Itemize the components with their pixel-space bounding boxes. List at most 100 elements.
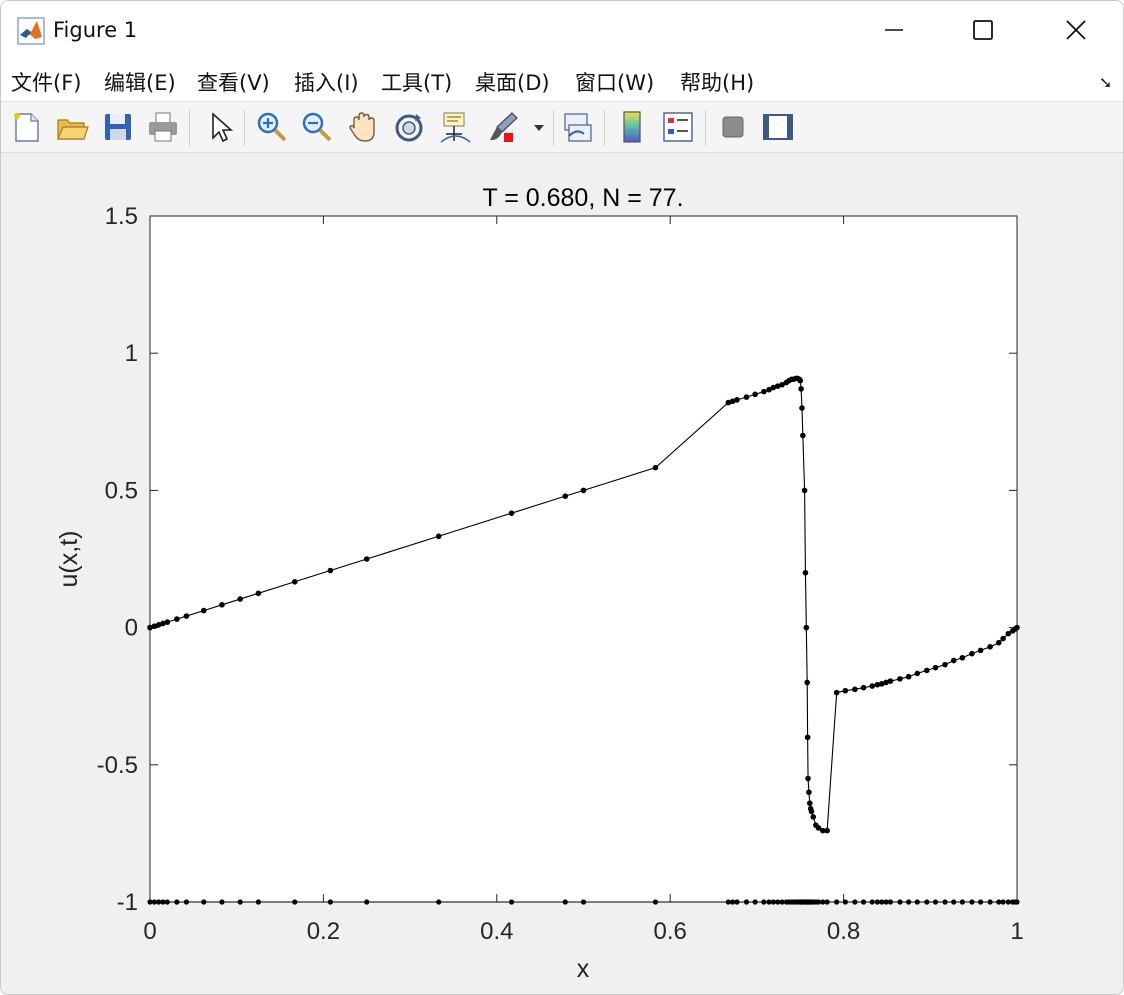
data-point xyxy=(164,619,171,625)
maximize-button[interactable] xyxy=(938,5,1028,55)
data-point xyxy=(995,639,1002,646)
data-point xyxy=(802,569,809,576)
floor-point xyxy=(906,899,912,905)
figure-toolbar xyxy=(1,102,1123,153)
floor-point xyxy=(987,899,993,905)
matlab-logo-icon xyxy=(17,17,45,45)
colorbar-icon[interactable] xyxy=(613,108,651,146)
minimize-button[interactable] xyxy=(849,5,939,55)
data-cursor-icon[interactable] xyxy=(436,108,474,146)
data-point xyxy=(932,664,939,671)
x-tick-label: 0.8 xyxy=(827,918,860,945)
floor-point xyxy=(860,899,867,905)
pan-hand-icon[interactable] xyxy=(344,108,382,146)
print-icon[interactable] xyxy=(144,108,182,146)
chevron-down-icon[interactable] xyxy=(529,108,549,146)
menu-edit[interactable]: 编辑(E) xyxy=(104,67,176,97)
x-tick-label: 0 xyxy=(143,918,156,945)
data-point xyxy=(255,590,262,597)
floor-point xyxy=(652,899,659,905)
x-tick-label: 0.4 xyxy=(480,918,513,945)
data-point xyxy=(804,734,811,741)
data-point xyxy=(580,487,587,494)
floor-point xyxy=(932,899,939,905)
data-point xyxy=(950,657,957,664)
link-plot-icon[interactable] xyxy=(559,108,597,146)
menu-file[interactable]: 文件(F) xyxy=(11,67,81,97)
data-point xyxy=(803,624,810,631)
floor-point xyxy=(969,899,975,905)
figure-window: Figure 1 文件(F) 编辑(E) 查看(V) 插入(I) 工具(T) 桌… xyxy=(0,0,1124,995)
axes-background xyxy=(150,216,1017,902)
data-point xyxy=(798,386,804,392)
floor-point xyxy=(164,899,170,905)
data-point xyxy=(987,644,993,650)
data-point xyxy=(761,388,767,395)
floor-point xyxy=(852,899,858,905)
y-tick-label: -1 xyxy=(117,889,138,916)
data-point xyxy=(810,814,817,820)
toolbar-separator xyxy=(705,110,706,146)
floor-point xyxy=(580,899,587,905)
hide-plot-tools-icon[interactable] xyxy=(714,108,752,146)
menu-tools[interactable]: 工具(T) xyxy=(381,67,452,97)
floor-point xyxy=(824,899,830,905)
data-point xyxy=(842,687,849,694)
data-point xyxy=(942,661,948,668)
data-point xyxy=(805,775,811,782)
line-plot[interactable]: 0 0.2 0.4 0.6 0.8 1 -1 -0.5 0 0.5 1 1.5 T = 0.680, … xyxy=(1,153,1123,994)
data-point xyxy=(797,377,804,384)
toolbar-separator xyxy=(244,110,245,146)
close-button[interactable] xyxy=(1031,5,1121,55)
dock-arrow-icon[interactable]: ➘ xyxy=(1099,73,1112,92)
menu-help[interactable]: 帮助(H) xyxy=(680,67,754,97)
data-point xyxy=(969,650,975,657)
brush-icon[interactable] xyxy=(484,108,522,146)
data-point xyxy=(860,684,867,691)
data-point xyxy=(808,808,815,815)
floor-point xyxy=(508,899,515,905)
new-figure-icon[interactable] xyxy=(7,108,45,146)
data-point xyxy=(200,607,207,614)
zoom-in-icon[interactable] xyxy=(253,108,291,146)
menu-window[interactable]: 窗口(W) xyxy=(575,67,654,97)
zoom-out-icon[interactable] xyxy=(298,108,336,146)
pointer-arrow-icon[interactable] xyxy=(201,108,239,146)
floor-point xyxy=(219,899,225,905)
data-point xyxy=(977,647,984,654)
floor-point xyxy=(237,899,243,905)
data-point xyxy=(806,789,812,796)
rotate-3d-icon[interactable] xyxy=(390,108,428,146)
data-point xyxy=(435,533,442,540)
y-tick-label: -0.5 xyxy=(97,752,138,779)
data-point xyxy=(804,679,810,686)
save-icon[interactable] xyxy=(99,108,137,146)
title-bar[interactable]: Figure 1 xyxy=(1,1,1123,59)
floor-point xyxy=(914,899,920,905)
y-axis-label: u(x,t) xyxy=(55,531,83,588)
data-point xyxy=(363,556,370,562)
y-tick-label: 0 xyxy=(125,615,138,642)
show-plot-tools-icon[interactable] xyxy=(759,108,797,146)
toolbar-separator xyxy=(189,110,190,146)
data-point xyxy=(1014,624,1020,631)
data-point xyxy=(806,800,813,807)
menu-view[interactable]: 查看(V) xyxy=(197,67,270,97)
floor-point xyxy=(255,899,261,905)
floor-point xyxy=(201,899,207,905)
floor-point xyxy=(897,899,903,905)
menu-insert[interactable]: 插入(I) xyxy=(294,67,359,97)
floor-point xyxy=(834,899,840,905)
menu-bar: 文件(F) 编辑(E) 查看(V) 插入(I) 工具(T) 桌面(D) 窗口(W… xyxy=(1,59,1123,102)
legend-icon[interactable] xyxy=(659,108,697,146)
open-file-icon[interactable] xyxy=(53,108,91,146)
floor-point xyxy=(752,899,758,905)
menu-desktop[interactable]: 桌面(D) xyxy=(475,67,550,97)
data-point xyxy=(887,678,894,684)
floor-point xyxy=(942,899,948,905)
x-tick-label: 0.6 xyxy=(654,918,687,945)
data-point xyxy=(959,654,966,661)
floor-point xyxy=(174,899,180,905)
floor-point xyxy=(1000,899,1006,905)
floor-point xyxy=(977,899,984,905)
